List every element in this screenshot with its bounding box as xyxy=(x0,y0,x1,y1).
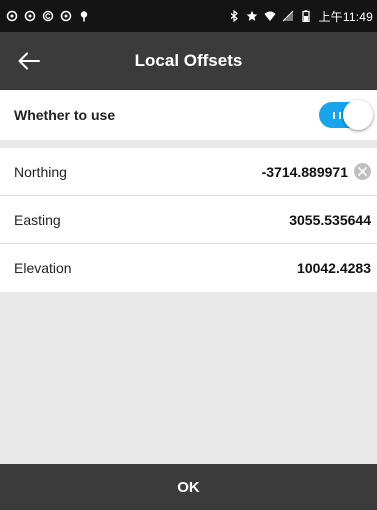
use-toggle-switch[interactable] xyxy=(319,100,373,130)
arrow-left-icon xyxy=(18,52,40,70)
notification-icon xyxy=(60,10,72,22)
section-divider xyxy=(0,140,377,148)
local-offsets-screen: 上午11:49 Local Offsets Whether to use Nor… xyxy=(0,0,377,510)
notification-icon xyxy=(42,10,54,22)
toggle-knob xyxy=(343,100,373,130)
use-toggle-label: Whether to use xyxy=(14,107,116,123)
star-icon xyxy=(247,10,258,21)
app-bar: Local Offsets xyxy=(0,32,377,90)
elevation-value[interactable]: 10042.4283 xyxy=(297,260,371,276)
back-button[interactable] xyxy=(14,47,44,75)
ok-button[interactable]: OK xyxy=(0,464,377,510)
status-bar-left xyxy=(6,10,90,22)
close-icon xyxy=(358,167,367,176)
wifi-icon xyxy=(264,11,276,21)
northing-value[interactable]: -3714.889971 xyxy=(262,164,348,180)
northing-value-wrap: -3714.889971 xyxy=(262,163,371,180)
easting-label: Easting xyxy=(14,211,61,228)
use-toggle-row: Whether to use xyxy=(0,90,377,140)
offset-list: Northing -3714.889971 Easting 3055.53564… xyxy=(0,148,377,292)
bluetooth-icon xyxy=(231,10,239,22)
easting-row[interactable]: Easting 3055.535644 xyxy=(0,196,377,244)
notification-icon xyxy=(6,10,18,22)
notification-icon xyxy=(24,10,36,22)
northing-row[interactable]: Northing -3714.889971 xyxy=(0,148,377,196)
status-time: 上午11:49 xyxy=(318,9,373,24)
signal-icon xyxy=(283,10,294,22)
status-bar-right: 上午11:49 xyxy=(228,8,373,25)
location-icon xyxy=(80,11,88,22)
status-bar: 上午11:49 xyxy=(0,0,377,32)
northing-label: Northing xyxy=(14,163,67,180)
elevation-value-wrap: 10042.4283 xyxy=(297,260,371,276)
toggle-on-mark xyxy=(333,112,341,119)
elevation-label: Elevation xyxy=(14,260,72,276)
ok-label: OK xyxy=(177,478,200,496)
clear-icon[interactable] xyxy=(354,163,371,180)
page-title: Local Offsets xyxy=(134,51,243,70)
easting-value[interactable]: 3055.535644 xyxy=(289,212,371,228)
battery-icon xyxy=(302,10,311,22)
elevation-row[interactable]: Elevation 10042.4283 xyxy=(0,244,377,292)
easting-value-wrap: 3055.535644 xyxy=(289,212,371,228)
